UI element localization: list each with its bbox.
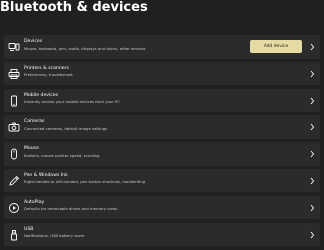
devices-title: Devices <box>24 39 43 44</box>
devices-subtitle: Mouse, keyboard, pen, audio, displays an… <box>24 45 146 51</box>
printer-icon <box>8 68 20 80</box>
mobile-devices-subtitle: Instantly access your mobile devices fro… <box>24 99 120 105</box>
autoplay-title: AutoPlay <box>24 199 45 205</box>
chevron-right-icon <box>309 177 315 185</box>
mobile-devices-title: Mobile devices <box>24 92 59 98</box>
printers-scanners-card[interactable]: Printers & scanners Preferences, trouble… <box>4 61 320 86</box>
mouse-subtitle: Buttons, mouse pointer speed, scrolling <box>24 152 100 158</box>
pen-windows-ink-card[interactable]: Pen & Windows Ink Right-handed or left-h… <box>4 168 320 193</box>
usb-subtitle: Notifications, USB battery saver <box>24 233 85 239</box>
cameras-title: Cameras <box>24 119 45 125</box>
chevron-right-icon <box>309 231 315 239</box>
cameras-subtitle: Connected cameras, default image setting… <box>24 125 108 131</box>
autoplay-subtitle: Defaults for removable drives and memory… <box>24 206 118 212</box>
pen-windows-ink-title: Pen & Windows Ink <box>24 172 68 178</box>
chevron-right-icon <box>309 70 315 78</box>
autoplay-card[interactable]: AutoPlay Defaults for removable drives a… <box>4 195 320 220</box>
page-title: Bluetooth & devices <box>0 0 148 15</box>
cameras-card[interactable]: Cameras Connected cameras, default image… <box>4 115 320 139</box>
chevron-right-icon <box>309 43 315 51</box>
printers-scanners-title: Printers & scanners <box>24 65 69 71</box>
mouse-title: Mouse <box>24 146 39 152</box>
mouse-card[interactable]: Mouse Buttons, mouse pointer speed, scro… <box>4 142 320 166</box>
settings-list: Devices Mouse, keyboard, pen, audio, dis… <box>4 35 320 249</box>
add-device-button[interactable]: Add device <box>250 40 302 53</box>
devices-card[interactable]: Devices Mouse, keyboard, pen, audio, dis… <box>4 35 320 59</box>
autoplay-icon <box>8 202 20 214</box>
usb-title: USB <box>24 226 34 232</box>
phone-icon <box>8 95 20 107</box>
devices-icon <box>8 41 20 53</box>
camera-icon <box>8 121 20 133</box>
usb-icon <box>8 229 20 241</box>
usb-card[interactable]: USB Notifications, USB battery saver <box>4 222 320 247</box>
mobile-devices-card[interactable]: Mobile devices Instantly access your mob… <box>4 88 320 113</box>
chevron-right-icon <box>309 204 315 212</box>
chevron-right-icon <box>309 150 315 158</box>
chevron-right-icon <box>309 97 315 105</box>
pen-icon <box>8 175 20 187</box>
pen-windows-ink-subtitle: Right-handed or left-handed, pen button … <box>24 179 146 185</box>
printers-scanners-subtitle: Preferences, troubleshoot <box>24 72 73 78</box>
mouse-icon <box>8 148 20 160</box>
chevron-right-icon <box>309 123 315 131</box>
